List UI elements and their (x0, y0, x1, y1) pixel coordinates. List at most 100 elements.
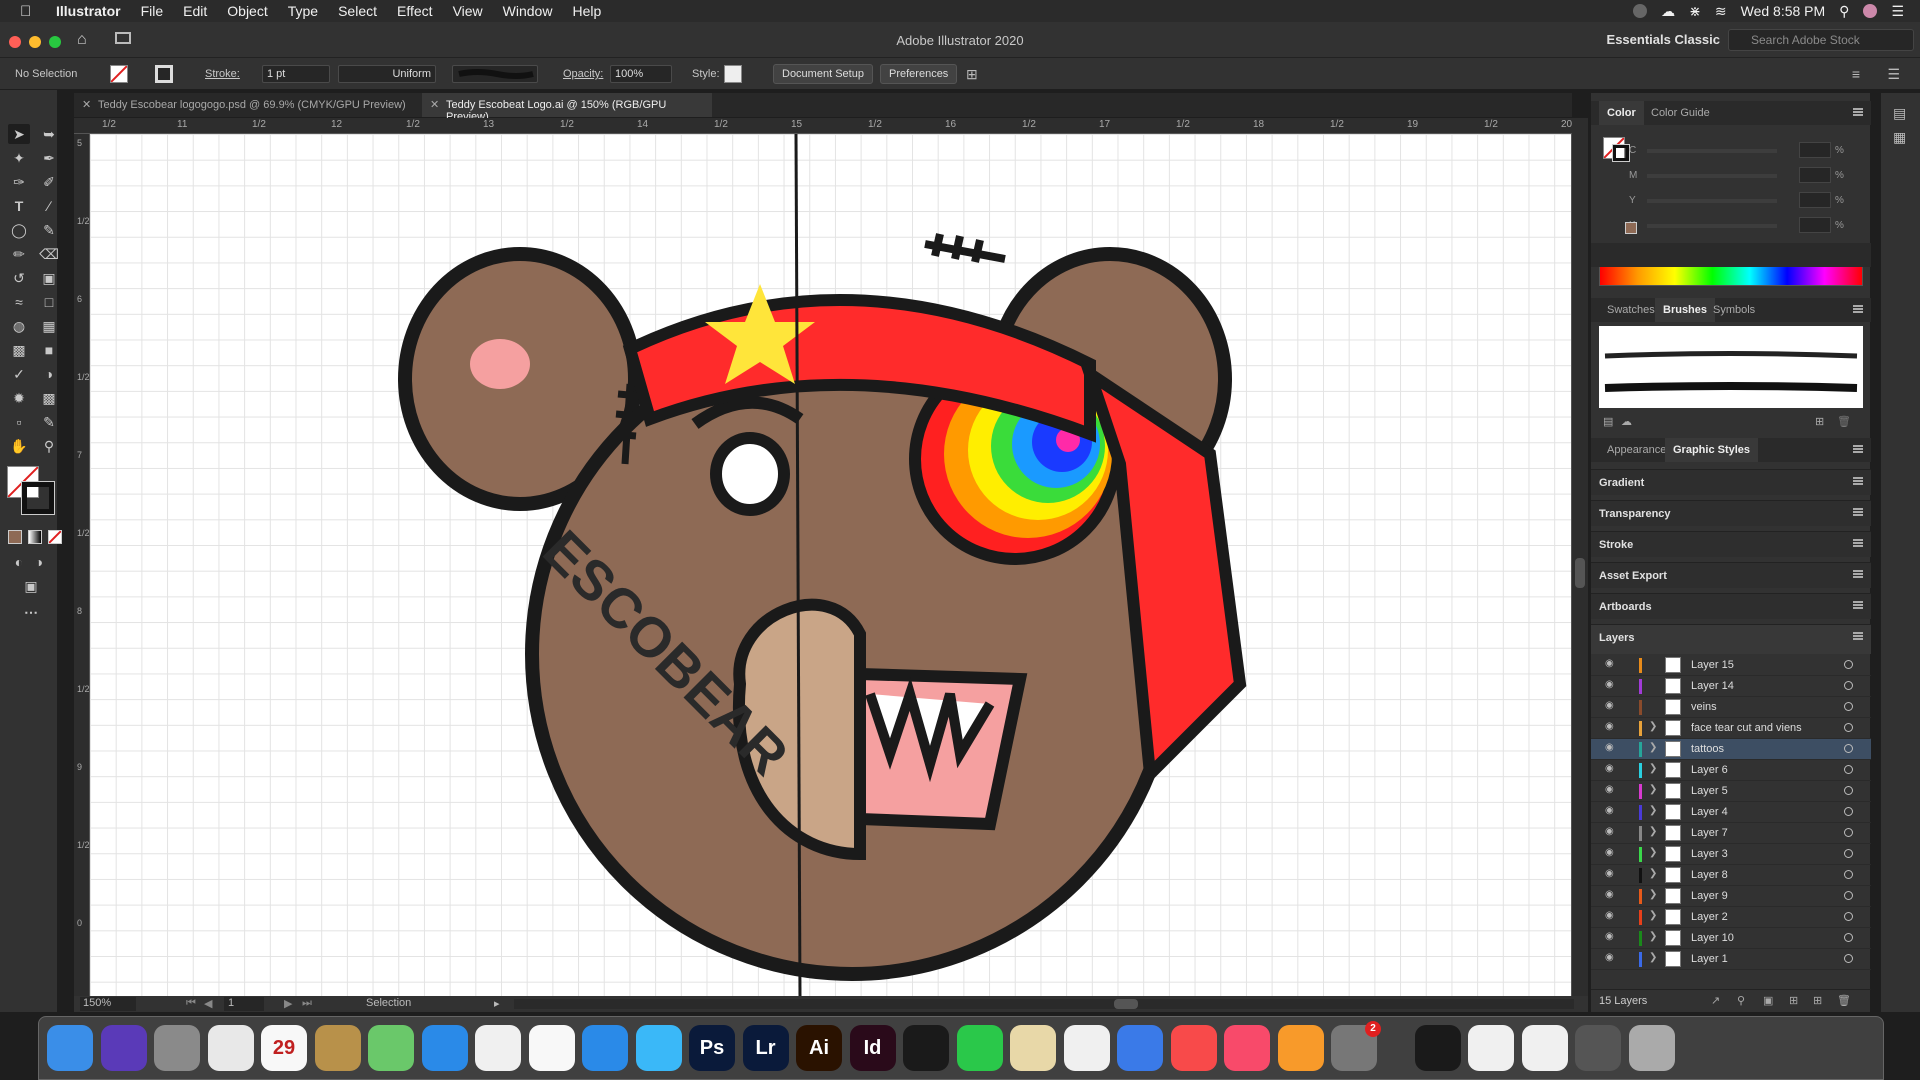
control-menu-icon[interactable]: ☰ (1887, 66, 1900, 83)
layer-row[interactable]: ◉ ❯ Layer 10 (1591, 928, 1871, 949)
line-segment-tool-icon[interactable]: ∕ (38, 196, 60, 216)
layer-name[interactable]: veins (1691, 701, 1717, 713)
variable-width-profile[interactable]: Uniform (338, 65, 436, 83)
tab-color[interactable]: Color (1599, 101, 1644, 125)
new-layer-icon[interactable]: ⊞ (1813, 994, 1822, 1007)
tab-graphic-styles[interactable]: Graphic Styles (1665, 438, 1759, 462)
horizontal-scrollbar[interactable] (514, 999, 1574, 1009)
dock-app-photoshop[interactable]: Ps (689, 1025, 735, 1071)
target-circle-icon[interactable] (1844, 891, 1853, 900)
opacity-label[interactable]: Opacity: (563, 68, 603, 80)
layer-row[interactable]: ◉ ❯ Layer 9 (1591, 886, 1871, 907)
panel-menu-icon[interactable] (1853, 601, 1863, 609)
visibility-eye-icon[interactable]: ◉ (1605, 910, 1614, 921)
transparency-panel[interactable]: Transparency (1591, 500, 1871, 526)
target-circle-icon[interactable] (1844, 849, 1853, 858)
draw-behind-icon[interactable]: ◑ (28, 552, 50, 572)
dock-app-books[interactable] (1277, 1025, 1324, 1071)
preferences-button[interactable]: Preferences (880, 64, 958, 84)
dock-app-maps[interactable] (368, 1025, 414, 1071)
dock-app-document-2[interactable] (1521, 1025, 1568, 1071)
dock-app-siri[interactable] (100, 1025, 147, 1071)
selection-tool-icon[interactable]: ➤ (8, 124, 30, 144)
visibility-eye-icon[interactable]: ◉ (1605, 847, 1614, 858)
magic-wand-tool-icon[interactable]: ✦ (8, 148, 30, 168)
dock-app-activity-monitor[interactable] (1414, 1025, 1461, 1071)
layer-row[interactable]: ◉ ❯ Layer 6 (1591, 760, 1871, 781)
layer-row[interactable]: ◉ ❯ Layer 2 (1591, 907, 1871, 928)
layer-name[interactable]: Layer 8 (1691, 869, 1728, 881)
gradient-panel[interactable]: Gradient (1591, 469, 1871, 495)
shape-builder-tool-icon[interactable]: ◍ (8, 316, 30, 336)
opacity-input[interactable]: 100% (610, 65, 672, 83)
panel-menu-icon[interactable] (1853, 445, 1863, 453)
visibility-eye-icon[interactable]: ◉ (1605, 805, 1614, 816)
layer-name[interactable]: Layer 1 (1691, 953, 1728, 965)
visibility-eye-icon[interactable]: ◉ (1605, 742, 1614, 753)
black-value-input[interactable] (1799, 217, 1831, 233)
visibility-eye-icon[interactable]: ◉ (1605, 784, 1614, 795)
expand-arrow-icon[interactable]: ❯ (1649, 931, 1657, 942)
visibility-eye-icon[interactable]: ◉ (1605, 868, 1614, 879)
dock-app-launchpad[interactable] (154, 1025, 200, 1071)
target-circle-icon[interactable] (1844, 702, 1853, 711)
locate-object-icon[interactable]: ⚲ (1737, 994, 1745, 1007)
dock-app-music[interactable] (1224, 1025, 1270, 1071)
stroke-swatch[interactable] (155, 65, 173, 83)
zoom-tool-icon[interactable]: ⚲ (38, 436, 60, 456)
layer-name[interactable]: Layer 3 (1691, 848, 1728, 860)
slice-tool-icon[interactable]: ✎ (38, 412, 60, 432)
expand-arrow-icon[interactable]: ❯ (1649, 742, 1657, 753)
target-circle-icon[interactable] (1844, 765, 1853, 774)
artboard[interactable]: ESCOBEAR (90, 134, 1571, 996)
adobe-stock-search-input[interactable]: Search Adobe Stock (1728, 29, 1914, 51)
next-artboard-icon[interactable]: ▶ (284, 997, 292, 1010)
scroll-thumb[interactable] (1114, 999, 1138, 1009)
visibility-eye-icon[interactable]: ◉ (1605, 889, 1614, 900)
spotlight-search-icon[interactable]: ⚲ (1839, 3, 1849, 20)
visibility-eye-icon[interactable]: ◉ (1605, 658, 1614, 669)
close-tab-icon[interactable]: ✕ (82, 98, 91, 111)
layer-row[interactable]: ◉ Layer 14 (1591, 676, 1871, 697)
color-mode-button[interactable] (8, 530, 22, 544)
asset-export-panel[interactable]: Asset Export (1591, 562, 1871, 588)
dock-app-textedit[interactable] (1010, 1025, 1056, 1071)
panel-menu-icon[interactable] (1853, 477, 1863, 485)
menu-file[interactable]: File (141, 3, 164, 19)
eyedropper-tool-icon[interactable]: ✓ (8, 364, 30, 384)
teddy-escobear-artwork[interactable]: ESCOBEAR (90, 134, 1571, 996)
cyan-slider[interactable]: C% (1629, 142, 1844, 158)
dock-app-spotify[interactable] (903, 1025, 949, 1071)
layer-name[interactable]: Layer 15 (1691, 659, 1734, 671)
gradient-mode-button[interactable] (28, 530, 42, 544)
target-circle-icon[interactable] (1844, 933, 1853, 942)
layer-name[interactable]: Layer 9 (1691, 890, 1728, 902)
layer-name[interactable]: Layer 2 (1691, 911, 1728, 923)
visibility-eye-icon[interactable]: ◉ (1605, 679, 1614, 690)
graphic-style-swatch[interactable] (724, 65, 742, 83)
color-spectrum-ramp[interactable] (1599, 266, 1863, 286)
free-transform-tool-icon[interactable]: □ (38, 292, 60, 312)
visibility-eye-icon[interactable]: ◉ (1605, 721, 1614, 732)
dock-app-lightroom[interactable]: Lr (742, 1025, 789, 1071)
target-circle-icon[interactable] (1844, 744, 1853, 753)
creative-cloud-icon[interactable]: ☁ (1661, 3, 1675, 20)
panel-menu-icon[interactable] (1853, 305, 1863, 313)
dock-app-chrome[interactable] (207, 1025, 254, 1071)
artboards-panel[interactable]: Artboards (1591, 593, 1871, 619)
layer-row[interactable]: ◉ ❯ Layer 3 (1591, 844, 1871, 865)
last-artboard-icon[interactable]: ⏭ (302, 997, 312, 1010)
align-icon[interactable]: ≡ (1852, 66, 1860, 82)
magenta-slider[interactable]: M% (1629, 167, 1844, 183)
dock-app-notefile[interactable] (314, 1025, 361, 1071)
layer-row[interactable]: ◉ ❯ Layer 5 (1591, 781, 1871, 802)
menu-select[interactable]: Select (338, 3, 377, 19)
dock-app-illustrator[interactable]: Ai (796, 1025, 842, 1071)
status-menu-arrow-icon[interactable]: ▸ (494, 997, 500, 1010)
last-color-swatch[interactable] (1625, 222, 1637, 234)
blend-tool-icon[interactable]: ◑ (38, 364, 60, 384)
scale-tool-icon[interactable]: ▣ (38, 268, 60, 288)
lasso-tool-icon[interactable]: ✒ (38, 148, 60, 168)
layer-name[interactable]: Layer 5 (1691, 785, 1728, 797)
dock-app-news[interactable] (1170, 1025, 1217, 1071)
